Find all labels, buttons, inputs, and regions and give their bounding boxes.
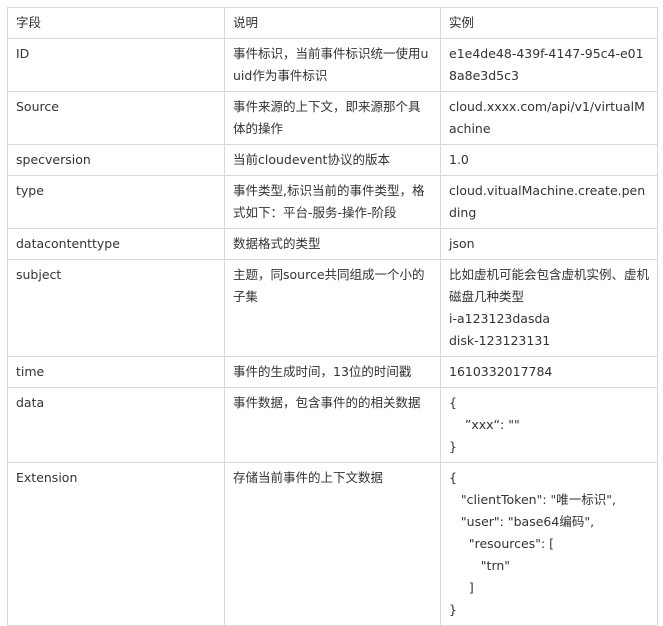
header-row: 字段 说明 实例 — [7, 7, 658, 39]
field-cell: datacontenttype — [7, 228, 225, 260]
example-cell: 1610332017784 — [440, 356, 658, 388]
table-row: subject 主题，同source共同组成一个小的子集 比如虚机可能会包含虚机… — [7, 259, 658, 357]
example-line: "trn" — [449, 558, 511, 573]
example-line: "clientToken": "唯一标识", — [449, 492, 616, 507]
example-line: 1610332017784 — [449, 364, 553, 379]
example-cell: cloud.xxxx.com/api/v1/virtualMachine — [440, 91, 658, 145]
example-cell: e1e4de48-439f-4147-95c4-e018a8e3d5c3 — [440, 38, 658, 92]
table-row: type 事件类型,标识当前的事件类型，格式如下：平台-服务-操作-阶段 clo… — [7, 175, 658, 229]
description-cell: 存储当前事件的上下文数据 — [224, 462, 441, 626]
example-cell: 1.0 — [440, 144, 658, 176]
example-line: ] — [449, 580, 474, 595]
table-row: specversion 当前cloudevent协议的版本 1.0 — [7, 144, 658, 176]
description-cell: 当前cloudevent协议的版本 — [224, 144, 441, 176]
field-cell: time — [7, 356, 225, 388]
example-line: } — [449, 602, 457, 617]
table-row: Source 事件来源的上下文，即来源那个具体的操作 cloud.xxxx.co… — [7, 91, 658, 145]
example-line: "resources": [ — [449, 536, 555, 551]
example-cell: json — [440, 228, 658, 260]
example-line: 1.0 — [449, 152, 469, 167]
example-cell: 比如虚机可能会包含虚机实例、虚机磁盘几种类型 i-a123123dasda di… — [440, 259, 658, 357]
field-cell: type — [7, 175, 225, 229]
description-cell: 数据格式的类型 — [224, 228, 441, 260]
field-cell: specversion — [7, 144, 225, 176]
table-row: ID 事件标识，当前事件标识统一使用uuid作为事件标识 e1e4de48-43… — [7, 38, 658, 92]
header-example: 实例 — [440, 7, 658, 39]
cloudevent-fields-table: 字段 说明 实例 ID 事件标识，当前事件标识统一使用uuid作为事件标识 e1… — [7, 7, 658, 626]
example-line: json — [449, 236, 475, 251]
example-line: 比如虚机可能会包含虚机实例、虚机磁盘几种类型 — [449, 267, 650, 304]
example-line: { — [449, 395, 457, 410]
example-cell: { "clientToken": "唯一标识", "user": "base64… — [440, 462, 658, 626]
example-line: cloud.xxxx.com/api/v1/virtualMachine — [449, 99, 645, 136]
description-cell: 事件数据，包含事件的的相关数据 — [224, 387, 441, 463]
description-cell: 事件的生成时间，13位的时间戳 — [224, 356, 441, 388]
example-cell: { ”xxx“: "" } — [440, 387, 658, 463]
description-cell: 主题，同source共同组成一个小的子集 — [224, 259, 441, 357]
example-line: ”xxx“: "" — [449, 417, 520, 432]
example-cell: cloud.vitualMachine.create.pending — [440, 175, 658, 229]
field-cell: ID — [7, 38, 225, 92]
field-cell: subject — [7, 259, 225, 357]
example-line: } — [449, 439, 457, 454]
description-cell: 事件标识，当前事件标识统一使用uuid作为事件标识 — [224, 38, 441, 92]
example-line: disk-123123131 — [449, 333, 551, 348]
table-row: data 事件数据，包含事件的的相关数据 { ”xxx“: "" } — [7, 387, 658, 463]
field-cell: data — [7, 387, 225, 463]
header-description: 说明 — [224, 7, 441, 39]
example-line: cloud.vitualMachine.create.pending — [449, 183, 646, 220]
header-field: 字段 — [7, 7, 225, 39]
field-cell: Extension — [7, 462, 225, 626]
example-line: i-a123123dasda — [449, 311, 551, 326]
description-cell: 事件类型,标识当前的事件类型，格式如下：平台-服务-操作-阶段 — [224, 175, 441, 229]
table-row: datacontenttype 数据格式的类型 json — [7, 228, 658, 260]
table-row: Extension 存储当前事件的上下文数据 { "clientToken": … — [7, 462, 658, 626]
table-row: time 事件的生成时间，13位的时间戳 1610332017784 — [7, 356, 658, 388]
description-cell: 事件来源的上下文，即来源那个具体的操作 — [224, 91, 441, 145]
example-line: e1e4de48-439f-4147-95c4-e018a8e3d5c3 — [449, 46, 644, 83]
field-cell: Source — [7, 91, 225, 145]
example-line: "user": "base64编码", — [449, 514, 595, 529]
example-line: { — [449, 470, 457, 485]
